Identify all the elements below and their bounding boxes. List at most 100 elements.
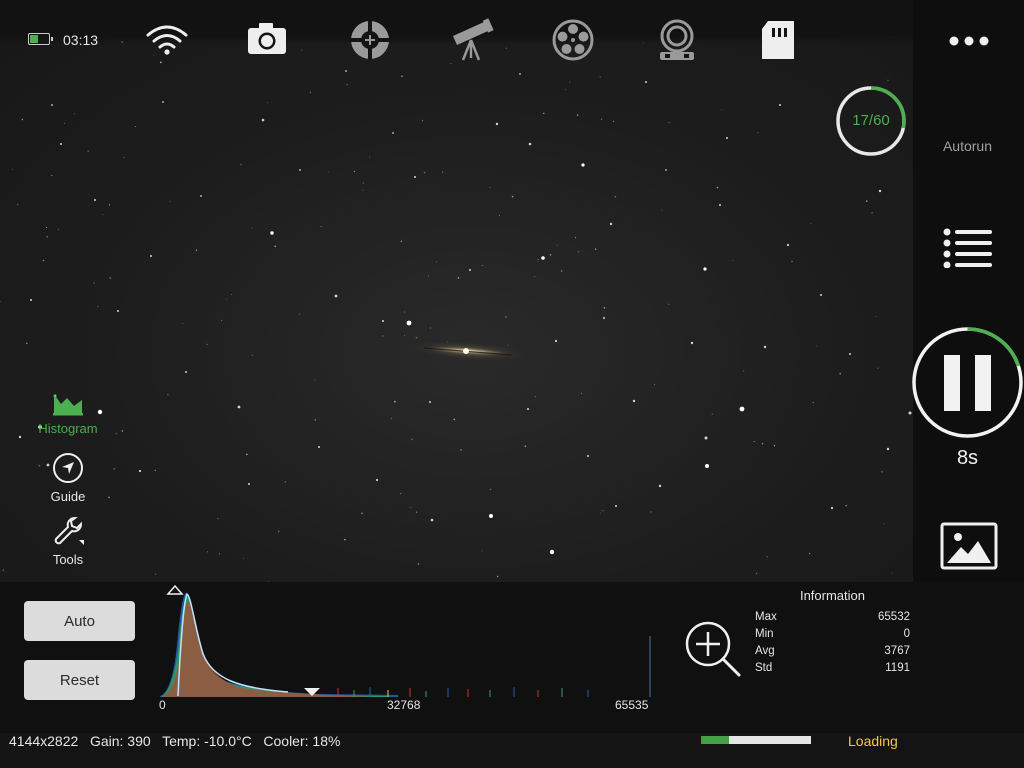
star xyxy=(849,353,851,355)
faint-star xyxy=(240,163,242,166)
faint-star xyxy=(812,402,814,404)
faint-star xyxy=(251,354,253,356)
faint-star xyxy=(382,335,384,337)
faint-star xyxy=(93,282,96,284)
filter-wheel-icon[interactable] xyxy=(551,18,595,62)
star xyxy=(763,345,767,349)
faint-star xyxy=(278,530,280,533)
faint-star xyxy=(450,62,452,65)
star xyxy=(200,195,202,197)
faint-star xyxy=(436,261,437,263)
list-icon[interactable] xyxy=(943,228,993,268)
faint-star xyxy=(195,249,198,252)
tool-label: Guide xyxy=(50,489,86,504)
star xyxy=(886,447,890,451)
camera-icon[interactable] xyxy=(245,18,289,62)
faint-star xyxy=(891,572,893,574)
sd-card-icon[interactable] xyxy=(756,18,800,62)
autorun-button[interactable]: Autorun xyxy=(920,138,1015,154)
star xyxy=(554,339,558,343)
tool-tools[interactable]: Tools xyxy=(28,515,108,567)
wifi-icon[interactable] xyxy=(145,18,189,62)
loading-progress-bar xyxy=(701,736,811,744)
faint-star xyxy=(400,240,402,242)
star xyxy=(719,204,721,206)
faint-star xyxy=(650,511,652,513)
faint-star xyxy=(499,215,500,217)
auto-stretch-button[interactable]: Auto xyxy=(24,601,135,641)
faint-star xyxy=(353,171,355,173)
faint-star xyxy=(404,311,406,313)
faint-star xyxy=(581,392,583,394)
star xyxy=(248,483,250,485)
histogram-graph[interactable] xyxy=(158,584,658,699)
information-title: Information xyxy=(799,588,866,603)
faint-star xyxy=(415,336,418,339)
sky-image-preview[interactable] xyxy=(0,35,913,582)
faint-star xyxy=(42,259,45,262)
telescope-icon[interactable] xyxy=(450,18,494,62)
tool-histogram[interactable]: Histogram xyxy=(28,390,108,436)
gallery-icon[interactable] xyxy=(940,522,998,570)
faint-star xyxy=(154,573,157,575)
pause-button[interactable] xyxy=(911,326,1024,439)
faint-star xyxy=(344,538,346,541)
faint-star xyxy=(773,445,776,447)
faint-star xyxy=(390,417,393,420)
faint-star xyxy=(442,171,444,173)
faint-star xyxy=(11,168,13,170)
star xyxy=(185,371,187,373)
faint-star xyxy=(576,114,579,116)
faint-star xyxy=(791,260,793,263)
faint-star xyxy=(97,305,99,308)
black-point-marker[interactable] xyxy=(166,584,184,595)
faint-star xyxy=(74,113,76,115)
faint-star xyxy=(716,186,719,189)
histogram-axis-max: 65535 xyxy=(615,698,649,712)
faint-star xyxy=(865,200,868,202)
faint-star xyxy=(46,236,48,238)
faint-star xyxy=(537,259,539,261)
star xyxy=(261,118,265,122)
star xyxy=(658,484,662,488)
faint-star xyxy=(575,237,577,239)
star xyxy=(150,255,152,257)
histogram-curves xyxy=(160,592,651,697)
star xyxy=(690,341,694,345)
faint-star xyxy=(113,468,116,470)
more-dots-icon[interactable] xyxy=(948,34,990,48)
faint-star xyxy=(883,523,885,525)
faint-star xyxy=(594,248,597,250)
focuser-icon[interactable] xyxy=(348,18,392,62)
star xyxy=(878,189,882,193)
starfield xyxy=(0,35,912,582)
faint-star xyxy=(577,250,580,253)
faint-star xyxy=(400,492,402,495)
faint-star xyxy=(108,496,110,499)
star xyxy=(334,294,338,298)
faint-star xyxy=(206,343,208,346)
faint-star xyxy=(51,174,53,177)
star xyxy=(51,104,53,106)
reset-stretch-button[interactable]: Reset xyxy=(24,660,135,700)
faint-star xyxy=(394,400,396,403)
faint-star xyxy=(668,303,670,305)
guide-camera-icon[interactable] xyxy=(655,18,699,62)
faint-star xyxy=(881,471,883,473)
faint-star xyxy=(309,91,312,94)
faint-star xyxy=(219,553,221,555)
faint-star xyxy=(102,214,104,215)
faint-star xyxy=(16,203,19,206)
star xyxy=(528,142,532,146)
faint-star xyxy=(871,212,873,214)
faint-star xyxy=(668,122,670,124)
faint-star xyxy=(369,156,371,158)
faint-star xyxy=(603,307,606,309)
tool-guide[interactable]: Guide xyxy=(28,452,108,504)
zoom-in-icon[interactable] xyxy=(684,620,742,678)
faint-star xyxy=(421,119,424,122)
star xyxy=(489,514,493,518)
star xyxy=(541,256,545,260)
faint-star xyxy=(109,277,112,279)
star xyxy=(739,406,745,412)
